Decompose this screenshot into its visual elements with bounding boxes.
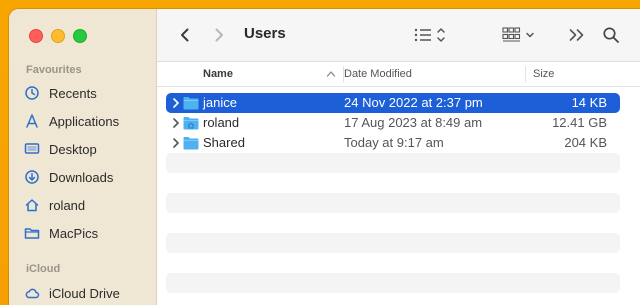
more-toolbar-button[interactable] — [567, 23, 587, 47]
disclosure-chevron-icon[interactable] — [171, 96, 181, 110]
column-divider[interactable] — [525, 66, 526, 82]
sort-ascending-icon — [326, 71, 336, 77]
sidebar-item-applications[interactable]: Applications — [23, 109, 148, 133]
cloud-icon — [23, 284, 41, 302]
grid-icon — [502, 27, 534, 42]
downloads-icon — [23, 168, 41, 186]
window-controls — [29, 29, 87, 43]
search-icon — [603, 27, 619, 43]
clock-icon — [23, 84, 41, 102]
group-button[interactable] — [501, 23, 541, 47]
file-row-roland[interactable]: roland 17 Aug 2023 at 8:49 am 12.41 GB — [166, 113, 620, 133]
sidebar-item-label: roland — [49, 197, 86, 213]
zoom-window-button[interactable] — [73, 29, 87, 43]
file-size: 12.41 GB — [552, 115, 607, 130]
sidebar-item-label: MacPics — [49, 225, 99, 241]
list-view-icon — [414, 28, 445, 42]
file-date: 17 Aug 2023 at 8:49 am — [344, 115, 483, 130]
file-date: Today at 9:17 am — [344, 135, 444, 150]
sidebar-item-macpics[interactable]: MacPics — [23, 221, 148, 245]
sidebar-item-roland[interactable]: roland — [23, 193, 148, 217]
sidebar-section-icloud: iCloud — [26, 263, 61, 275]
empty-row — [166, 153, 620, 173]
column-header-size[interactable]: Size — [533, 68, 554, 80]
chevron-right-icon — [215, 28, 223, 42]
sidebar-item-label: iCloud Drive — [49, 285, 120, 301]
sidebar-item-desktop[interactable]: Desktop — [23, 137, 148, 161]
file-row-janice[interactable]: janice 24 Nov 2022 at 2:37 pm 14 KB — [166, 93, 620, 113]
column-header-date-modified[interactable]: Date Modified — [344, 68, 412, 80]
file-name: janice — [203, 95, 237, 110]
folder-icon — [183, 137, 199, 150]
file-size: 204 KB — [564, 135, 607, 150]
empty-row — [166, 233, 620, 253]
toolbar: Users — [157, 9, 640, 62]
view-options-button[interactable] — [412, 23, 452, 47]
sidebar-item-label: Applications — [49, 113, 120, 129]
file-row-shared[interactable]: Shared Today at 9:17 am 204 KB — [166, 133, 620, 153]
sidebar-section-favourites: Favourites — [26, 64, 82, 76]
file-list: janice 24 Nov 2022 at 2:37 pm 14 KB rola… — [157, 86, 640, 305]
column-headers: Name Date Modified Size — [157, 62, 640, 87]
minimize-window-button[interactable] — [51, 29, 65, 43]
sidebar-item-label: Desktop — [49, 141, 97, 157]
desktop-icon — [23, 140, 41, 158]
sidebar: Favourites Recents Applications Desktop … — [9, 9, 157, 305]
close-window-button[interactable] — [29, 29, 43, 43]
forward-button[interactable] — [209, 23, 229, 47]
folder-icon — [183, 97, 199, 110]
disclosure-chevron-icon[interactable] — [171, 116, 181, 130]
empty-row — [166, 193, 620, 213]
chevron-left-icon — [181, 28, 189, 42]
applications-icon — [23, 112, 41, 130]
disclosure-chevron-icon[interactable] — [171, 136, 181, 150]
sidebar-item-recents[interactable]: Recents — [23, 81, 148, 105]
back-button[interactable] — [175, 23, 195, 47]
file-name: roland — [203, 115, 240, 130]
double-chevron-right-icon — [569, 29, 584, 41]
sidebar-item-label: Recents — [49, 85, 97, 101]
home-folder-icon — [183, 117, 199, 130]
home-icon — [23, 196, 41, 214]
folder-icon — [23, 224, 41, 242]
search-button[interactable] — [600, 23, 622, 47]
sidebar-item-label: Downloads — [49, 169, 114, 185]
sidebar-item-downloads[interactable]: Downloads — [23, 165, 148, 189]
file-name: Shared — [203, 135, 245, 150]
empty-row — [166, 273, 620, 293]
column-header-name[interactable]: Name — [203, 68, 233, 80]
finder-window: Favourites Recents Applications Desktop … — [9, 9, 640, 305]
window-title: Users — [244, 25, 286, 42]
file-date: 24 Nov 2022 at 2:37 pm — [344, 95, 483, 110]
sidebar-item-icloud-drive[interactable]: iCloud Drive — [23, 281, 148, 305]
file-size: 14 KB — [571, 95, 607, 110]
